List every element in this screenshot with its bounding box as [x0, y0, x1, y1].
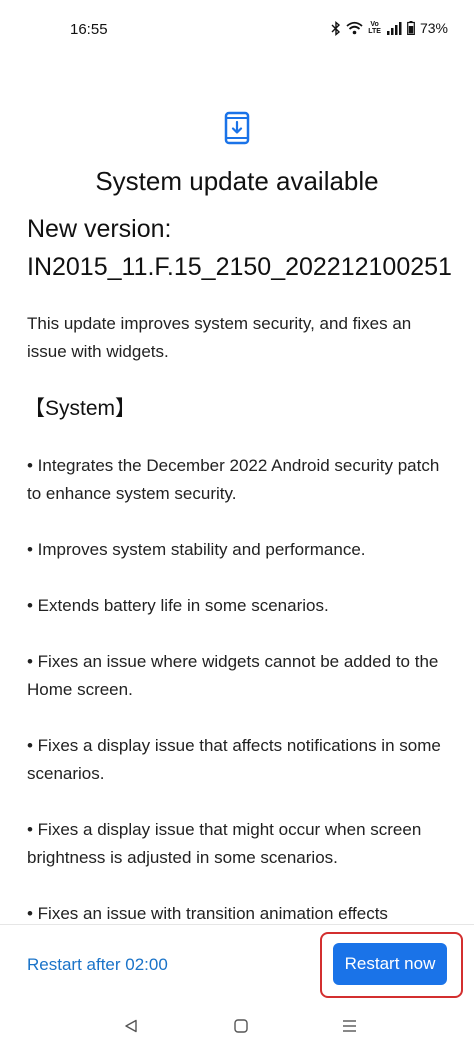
list-item: • Integrates the December 2022 Android s… [27, 456, 440, 503]
section-title: 【System】 [24, 397, 137, 420]
page-title: System update available [95, 166, 379, 196]
list-item: • Extends battery life in some scenarios… [27, 596, 329, 615]
release-notes: This update improves system security, an… [24, 310, 452, 924]
navigation-bar [0, 1005, 474, 1053]
restart-later-button[interactable]: Restart after 02:00 [27, 955, 168, 975]
back-icon[interactable] [124, 1019, 138, 1033]
list-item: • Fixes an issue with transition animati… [27, 904, 388, 923]
version-value: IN2015_11.F.15_2150_202212100251 [27, 253, 452, 281]
list-item: • Fixes a display issue that affects not… [27, 736, 441, 783]
version-label: New version: [27, 215, 172, 243]
list-item: • Fixes an issue where widgets cannot be… [27, 652, 439, 699]
update-details-scroll[interactable]: System update available New version: IN2… [0, 0, 474, 924]
system-update-icon [224, 111, 250, 145]
list-item: • Improves system stability and performa… [27, 540, 366, 559]
restart-now-button[interactable]: Restart now [333, 943, 447, 985]
home-icon[interactable] [234, 1019, 248, 1033]
recents-icon[interactable] [342, 1019, 357, 1033]
list-item: • Fixes a display issue that might occur… [27, 820, 422, 867]
update-summary: This update improves system security, an… [27, 314, 412, 361]
